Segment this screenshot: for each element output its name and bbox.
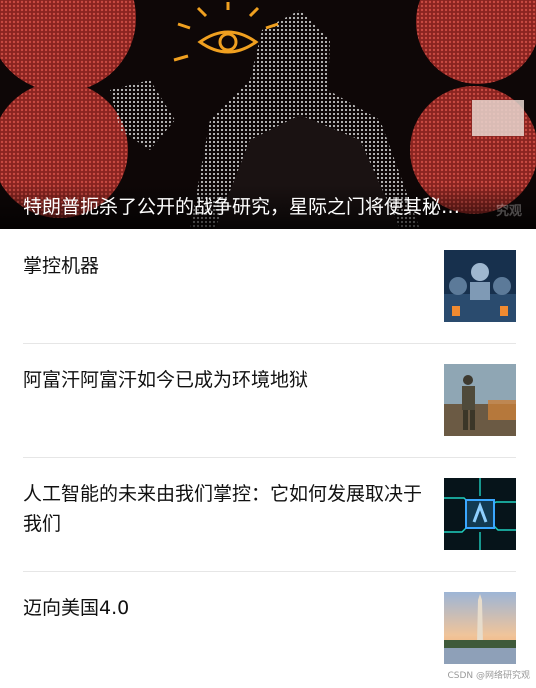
article-title[interactable]: 迈向美国4.0 bbox=[23, 593, 428, 623]
robot-image[interactable] bbox=[444, 250, 516, 322]
list-item[interactable]: 人工智能的未来由我们掌控：它如何发展取决于我们 bbox=[23, 457, 516, 571]
list-item[interactable]: 阿富汗阿富汗如今已成为环境地狱 bbox=[23, 343, 516, 457]
hero-title[interactable]: 特朗普扼杀了公开的战争研究，星际之门将使其秘… bbox=[23, 194, 505, 220]
article-title[interactable]: 人工智能的未来由我们掌控：它如何发展取决于我们 bbox=[23, 479, 428, 539]
ai-chip-image[interactable] bbox=[444, 478, 516, 550]
article-title[interactable]: 掌控机器 bbox=[23, 251, 428, 281]
list-item[interactable]: 掌控机器 bbox=[23, 229, 516, 343]
footer-watermark: CSDN @网络研究观 bbox=[447, 671, 530, 681]
list-item[interactable]: 迈向美国4.0 bbox=[23, 571, 516, 685]
hero-banner[interactable]: 究观 特朗普扼杀了公开的战争研究，星际之门将使其秘… bbox=[0, 0, 536, 229]
washington-monument-image[interactable] bbox=[444, 592, 516, 664]
soldier-landscape-image[interactable] bbox=[444, 364, 516, 436]
article-title[interactable]: 阿富汗阿富汗如今已成为环境地狱 bbox=[23, 365, 428, 395]
